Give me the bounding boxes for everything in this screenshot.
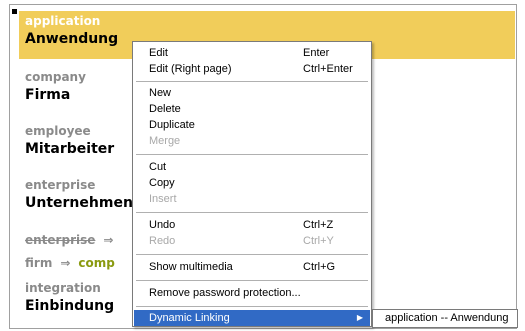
link-source: enterprise — [25, 233, 96, 247]
link-target: comp — [78, 256, 115, 270]
entry-integration[interactable]: integration Einbindung — [25, 281, 114, 314]
entry-term: application — [25, 14, 101, 28]
submenu-item-application-link[interactable]: application -- Anwendung — [385, 311, 509, 326]
link-source: firm — [25, 256, 53, 270]
menu-item-shortcut: Ctrl+Y — [303, 235, 334, 247]
menu-separator — [136, 212, 368, 213]
menu-item-label: Undo — [149, 219, 176, 231]
entry-term: integration — [25, 281, 101, 295]
menu-item-edit-right-page[interactable]: Edit (Right page) Ctrl+Enter — [134, 61, 370, 77]
menu-item-label: Copy — [149, 177, 175, 189]
menu-item-undo[interactable]: Undo Ctrl+Z — [134, 217, 370, 233]
menu-item-merge: Merge — [134, 133, 370, 149]
menu-separator — [136, 306, 368, 307]
link-arrow-icon: ⇒ — [60, 256, 71, 270]
menu-item-label: Cut — [149, 161, 167, 173]
submenu-arrow-icon: ▶ — [356, 313, 363, 322]
menu-item-label: Remove password protection... — [149, 287, 301, 299]
menu-item-shortcut: Ctrl+G — [303, 261, 336, 273]
entry-term: enterprise — [25, 178, 96, 192]
menu-item-label: New — [149, 87, 172, 99]
menu-item-label: Edit (Right page) — [149, 63, 232, 75]
menu-item-shortcut: Enter — [303, 47, 330, 59]
menu-item-redo: Redo Ctrl+Y — [134, 233, 370, 249]
menu-item-show-multimedia[interactable]: Show multimedia Ctrl+G — [134, 259, 370, 275]
menu-item-remove-password-protection[interactable]: Remove password protection... — [134, 285, 370, 301]
bullet-marker — [12, 9, 17, 14]
menu-item-duplicate[interactable]: Duplicate — [134, 117, 370, 133]
menu-separator — [136, 280, 368, 281]
menu-separator — [136, 154, 368, 155]
entry-term: company — [25, 70, 86, 84]
menu-item-copy[interactable]: Copy — [134, 175, 370, 191]
entry-translation: Mitarbeiter — [25, 141, 115, 157]
dynamic-linking-submenu: application -- Anwendung — [372, 309, 518, 328]
entry-translation: Anwendung — [25, 31, 119, 47]
link-firm[interactable]: firm ⇒ comp — [25, 252, 115, 271]
menu-item-edit[interactable]: Edit Enter — [134, 45, 370, 61]
entry-company[interactable]: company Firma — [25, 70, 86, 103]
entry-employee[interactable]: employee Mitarbeiter — [25, 124, 114, 157]
entry-translation: Einbindung — [25, 298, 115, 314]
menu-item-label: Edit — [149, 47, 168, 59]
entry-application[interactable]: application Anwendung — [25, 14, 118, 47]
menu-item-label: Merge — [149, 135, 181, 147]
menu-item-shortcut: Ctrl+Enter — [303, 63, 353, 75]
menu-item-label: Delete — [149, 103, 181, 115]
context-menu: Edit Enter Edit (Right page) Ctrl+Enter … — [132, 41, 372, 327]
link-arrow-icon: ⇒ — [103, 233, 114, 247]
link-enterprise[interactable]: enterprise ⇒ — [25, 229, 121, 248]
menu-item-label: Show multimedia — [149, 261, 233, 273]
entry-translation: Firma — [25, 87, 71, 103]
entry-enterprise[interactable]: enterprise Unternehmen — [25, 178, 133, 211]
menu-item-shortcut: Ctrl+Z — [303, 219, 334, 231]
entry-term: employee — [25, 124, 91, 138]
menu-item-dynamic-linking[interactable]: Dynamic Linking ▶ — [134, 310, 370, 326]
menu-separator — [136, 254, 368, 255]
menu-item-delete[interactable]: Delete — [134, 101, 370, 117]
menu-item-new[interactable]: New — [134, 85, 370, 101]
menu-item-insert: Insert — [134, 191, 370, 207]
menu-separator — [136, 81, 368, 82]
menu-item-label: Redo — [149, 235, 176, 247]
entry-translation: Unternehmen — [25, 195, 133, 211]
menu-item-cut[interactable]: Cut — [134, 159, 370, 175]
menu-item-label: Insert — [149, 193, 177, 205]
menu-item-label: Duplicate — [149, 119, 195, 131]
menu-item-label: Dynamic Linking — [149, 312, 230, 324]
